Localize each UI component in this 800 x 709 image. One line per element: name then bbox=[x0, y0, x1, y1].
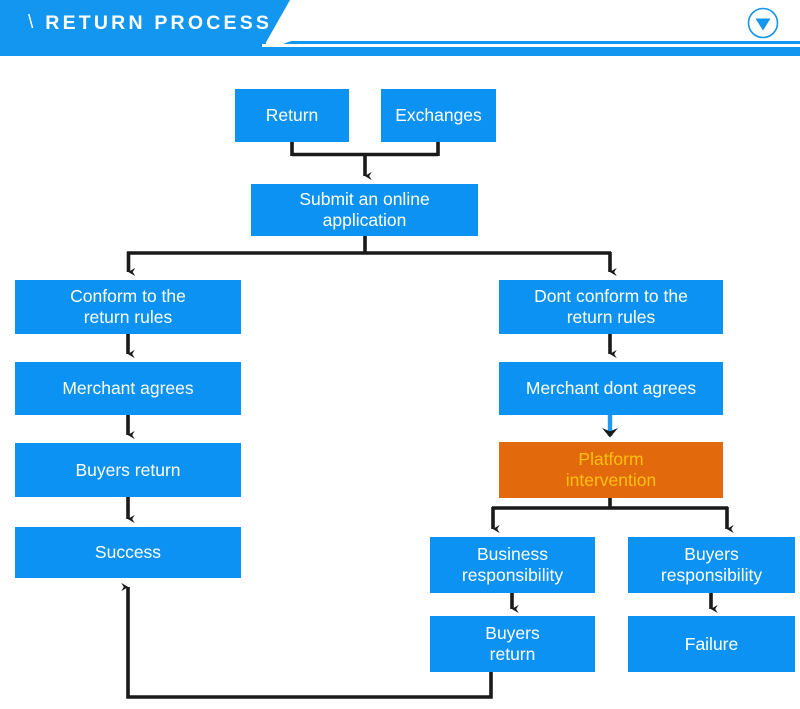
return-process-flowchart: Return Exchanges Submit an online applic… bbox=[0, 0, 800, 709]
node-exchanges[interactable]: Exchanges bbox=[381, 89, 496, 142]
node-failure[interactable]: Failure bbox=[628, 616, 795, 672]
node-merchant-agrees[interactable]: Merchant agrees bbox=[15, 362, 241, 415]
node-conform-to-return-rules[interactable]: Conform to the return rules bbox=[15, 280, 241, 334]
node-return[interactable]: Return bbox=[235, 89, 349, 142]
node-business-responsibility[interactable]: Business responsibility bbox=[430, 537, 595, 593]
node-merchant-dont-agrees[interactable]: Merchant dont agrees bbox=[499, 362, 723, 415]
node-platform-intervention[interactable]: Platform intervention bbox=[499, 442, 723, 498]
node-dont-conform-to-return-rules[interactable]: Dont conform to the return rules bbox=[499, 280, 723, 334]
node-success[interactable]: Success bbox=[15, 527, 241, 578]
node-buyers-responsibility[interactable]: Buyers responsibility bbox=[628, 537, 795, 593]
node-buyers-return-right[interactable]: Buyers return bbox=[430, 616, 595, 672]
node-submit-online-application[interactable]: Submit an online application bbox=[251, 184, 478, 236]
node-buyers-return-left[interactable]: Buyers return bbox=[15, 443, 241, 497]
